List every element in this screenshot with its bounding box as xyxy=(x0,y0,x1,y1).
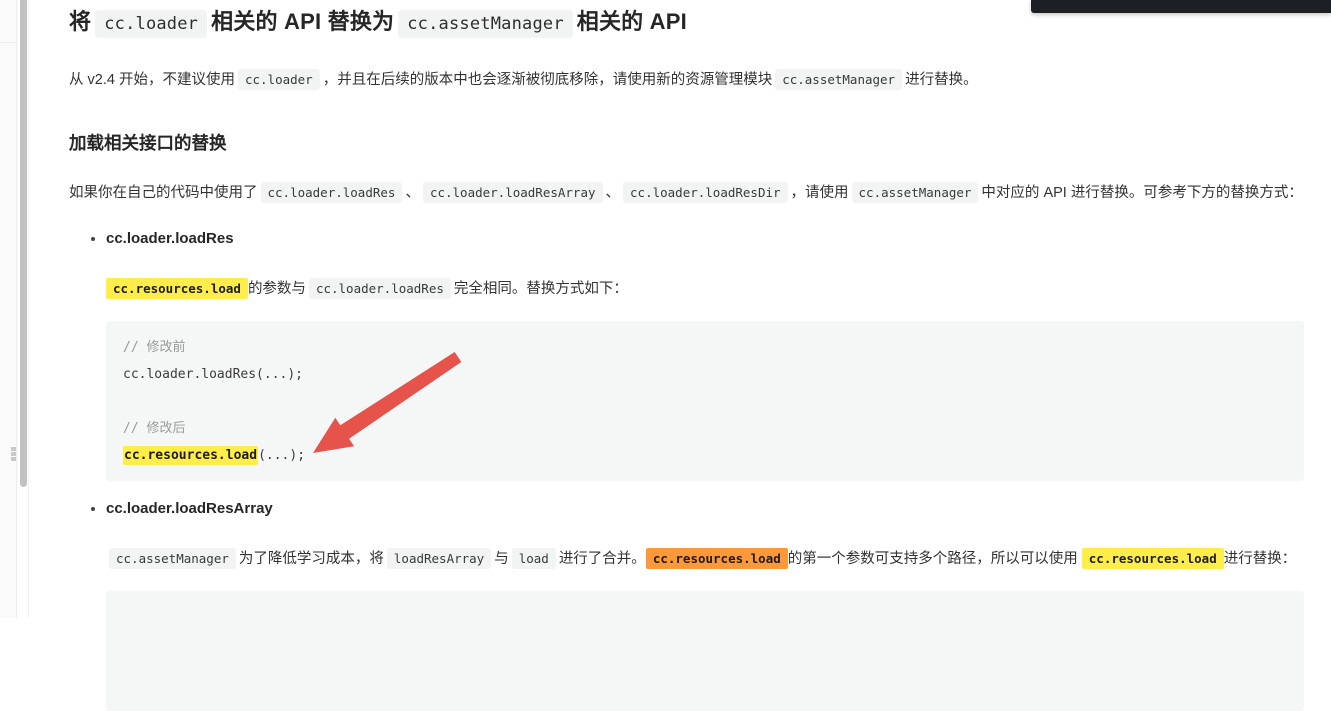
code-comment: // 修改后 xyxy=(123,421,186,436)
inline-code: cc.loader.loadResArray xyxy=(422,182,603,203)
list-item-heading: cc.loader.loadRes xyxy=(106,230,234,247)
section-heading: 加载相关接口的替换 xyxy=(69,133,227,153)
page-title: 将 cc.loader 相关的 API 替换为 cc.assetManager 相关的 … xyxy=(69,5,1304,41)
title-text: 相关的 API 替换为 xyxy=(211,9,395,34)
inline-code: cc.loader.loadRes xyxy=(308,278,451,299)
code-block-loadres: // 修改前 cc.loader.loadRes(...); // 修改后 cc… xyxy=(106,321,1304,481)
code-block-loadresarray xyxy=(106,591,1304,711)
search-highlight-active: cc.resources.load xyxy=(645,548,788,569)
search-highlight: cc.resources.load xyxy=(123,446,259,465)
loadresarray-paragraph: cc.assetManager 为了降低学习成本，将 loadResArray 与 lo… xyxy=(106,545,1304,573)
inline-code: cc.assetManager xyxy=(109,548,236,569)
title-inline-code: cc.assetManager xyxy=(398,10,573,38)
list-item-loadres: cc.loader.loadRes cc.resources.load的参数与c… xyxy=(106,228,1304,481)
title-text: 将 xyxy=(69,9,92,34)
title-text: 相关的 API xyxy=(576,9,687,34)
red-arrow-icon xyxy=(313,352,462,453)
inline-code: cc.assetManager xyxy=(851,182,979,203)
inline-code: cc.loader.loadResDir xyxy=(623,182,788,203)
section-intro-paragraph: 如果你在自己的代码中使用了 cc.loader.loadRes、 cc.loader… xyxy=(69,179,1304,207)
code-comment: // 修改前 xyxy=(123,340,186,355)
list-item-heading: cc.loader.loadResArray xyxy=(106,500,273,517)
search-highlight: cc.resources.load xyxy=(106,278,248,299)
sidebar-scrollbar[interactable] xyxy=(19,0,28,618)
title-inline-code: cc.loader xyxy=(95,10,208,38)
loadres-paragraph: cc.resources.load 的参数与 cc.loader.loadRes 完全… xyxy=(106,275,1304,303)
article: 将 cc.loader 相关的 API 替换为 cc.assetManager 相关的 … xyxy=(69,0,1304,711)
sidebar-edge xyxy=(0,0,17,618)
inline-code: cc.assetManager xyxy=(775,69,903,90)
inline-code: cc.loader xyxy=(237,69,320,90)
code-line: cc.loader.loadRes(...); xyxy=(123,367,304,382)
inline-code: cc.loader.loadRes xyxy=(260,182,403,203)
list-item-loadresarray: cc.loader.loadResArray cc.assetManager为了… xyxy=(106,498,1304,711)
search-highlight: cc.resources.load xyxy=(1081,548,1224,569)
replacement-list: cc.loader.loadRes cc.resources.load的参数与c… xyxy=(69,228,1304,711)
intro-paragraph: 从 v2.4 开始，不建议使用 cc.loader ，并且在后续的版本中也会逐渐被彻… xyxy=(69,66,1304,94)
inline-code: load xyxy=(511,548,556,569)
content-left-divider xyxy=(28,0,29,618)
sidebar-header-divider xyxy=(0,0,16,43)
code-line: cc.resources.load(...); xyxy=(123,446,306,465)
drag-handle-icon[interactable] xyxy=(11,447,16,461)
inline-code: loadResArray xyxy=(386,548,492,569)
scrollbar-thumb[interactable] xyxy=(20,0,27,487)
